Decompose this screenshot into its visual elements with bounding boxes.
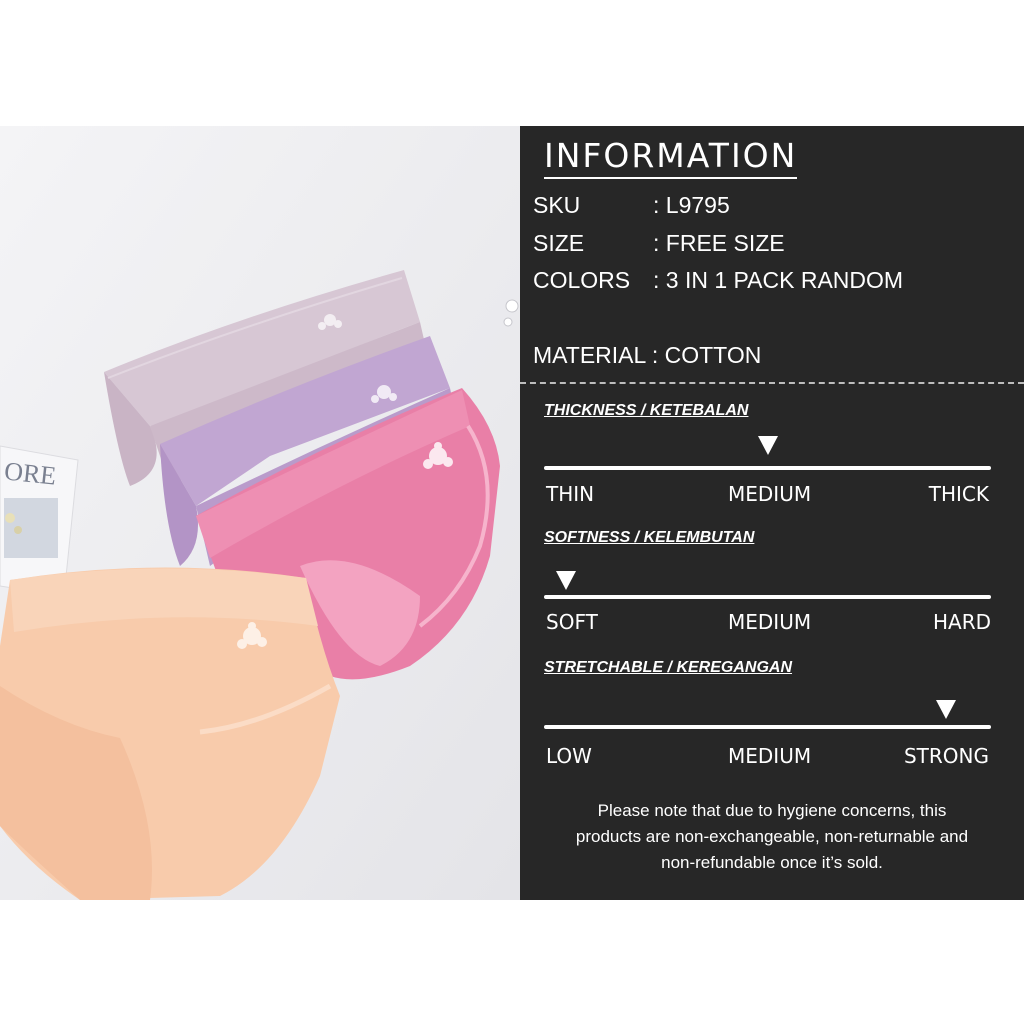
softness-high-label: HARD xyxy=(932,610,991,634)
thickness-scale-title: THICKNESS / KETEBALAN xyxy=(544,402,749,419)
thickness-mid-label: MEDIUM xyxy=(728,482,812,506)
stretchable-low-label: LOW xyxy=(546,744,592,768)
info-value: : L9795 xyxy=(653,192,730,218)
stretchable-high-label: STRONG xyxy=(903,744,989,768)
product-photo: ORE xyxy=(0,126,520,900)
dashed-divider xyxy=(520,382,1024,384)
stretchable-scale-line xyxy=(544,725,991,729)
softness-scale-line xyxy=(544,595,991,599)
info-row-material: MATERIAL : COTTON xyxy=(533,342,762,368)
softness-scale-title: SOFTNESS / KELEMBUTAN xyxy=(544,529,755,546)
panel-title: INFORMATION xyxy=(544,136,798,179)
info-value: : FREE SIZE xyxy=(653,230,785,256)
thickness-scale-line xyxy=(544,466,991,470)
hygiene-note-line: non-refundable once it’s sold. xyxy=(661,853,883,872)
info-row-sku: SKU : L9795 xyxy=(533,192,730,219)
hygiene-note-line: Please note that due to hygiene concerns… xyxy=(597,801,947,820)
info-label: SIZE xyxy=(533,230,585,256)
info-panel: INFORMATION SKU : L9795 SIZE : FREE SIZE C… xyxy=(520,126,1024,900)
softness-mid-label: MEDIUM xyxy=(728,610,812,634)
info-row-size: SIZE : FREE SIZE xyxy=(533,230,785,257)
hygiene-note-line: products are non-exchangeable, non-retur… xyxy=(575,827,969,846)
thickness-low-label: THIN xyxy=(546,482,595,506)
stretchable-scale-title: STRETCHABLE / KEREGANGAN xyxy=(544,659,793,676)
info-value: : 3 IN 1 PACK RANDOM xyxy=(653,267,904,293)
stretchable-marker xyxy=(936,700,957,719)
thickness-high-label: THICK xyxy=(928,482,989,506)
info-label: COLORS xyxy=(533,267,631,293)
magazine-card-text: ORE xyxy=(3,456,58,490)
thickness-marker xyxy=(757,436,778,455)
softness-marker xyxy=(556,571,577,590)
stretchable-mid-label: MEDIUM xyxy=(728,744,812,768)
info-row-colors: COLORS : 3 IN 1 PACK RANDOM xyxy=(533,267,903,294)
softness-low-label: SOFT xyxy=(546,610,598,634)
info-label: SKU xyxy=(533,192,581,218)
hygiene-note: Please note that due to hygiene concerns… xyxy=(520,798,1024,876)
